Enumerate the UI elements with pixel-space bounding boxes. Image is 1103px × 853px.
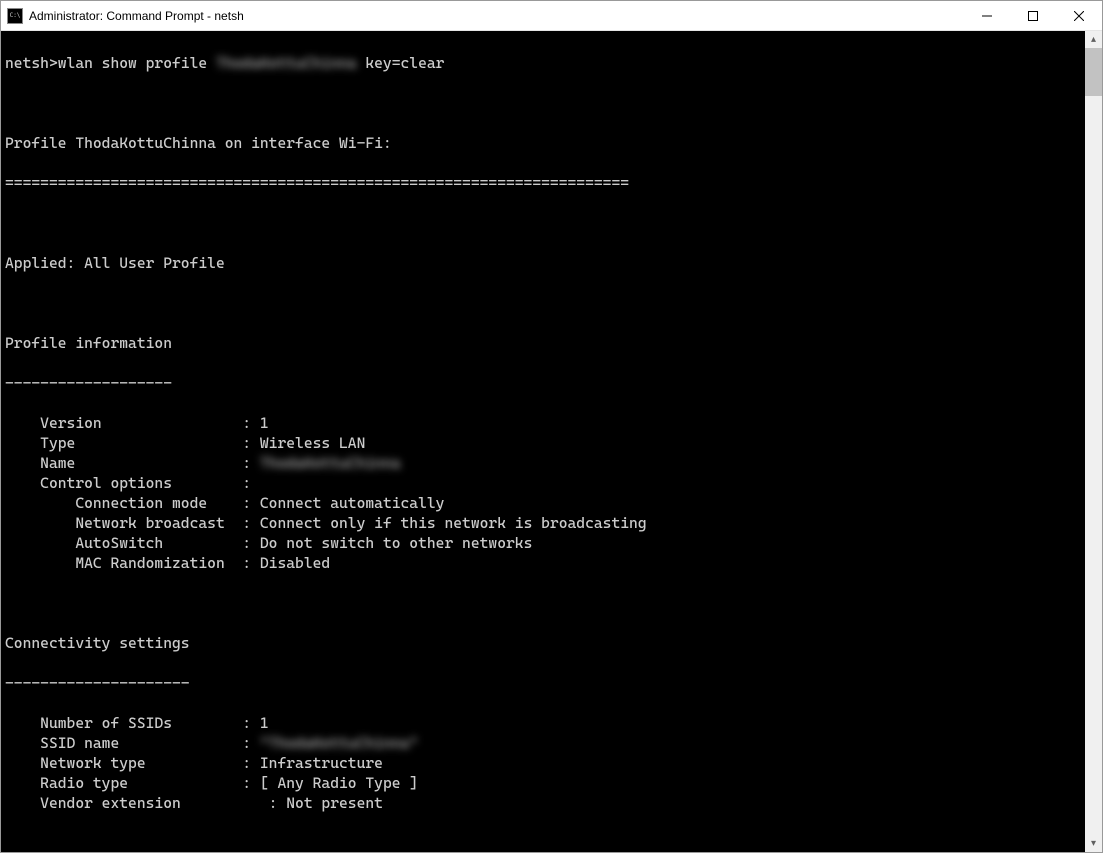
- kv-row: Network type : Infrastructure: [5, 753, 1081, 773]
- kv-row: Type : Wireless LAN: [5, 433, 1081, 453]
- profile-header: Profile ThodaKottuChinna on interface Wi…: [5, 133, 1081, 153]
- kv-label: Number of SSIDs :: [5, 714, 260, 732]
- kv-label: Network type :: [5, 754, 260, 772]
- minimize-button[interactable]: [964, 1, 1010, 31]
- kv-value-redacted: ThodaKottuChinna: [260, 454, 401, 472]
- kv-label: Network broadcast :: [5, 514, 260, 532]
- kv-label: Name :: [5, 454, 260, 472]
- kv-row: Radio type : [ Any Radio Type ]: [5, 773, 1081, 793]
- kv-label: Version :: [5, 414, 260, 432]
- command-text: wlan show profile: [58, 54, 216, 72]
- scroll-down-arrow-icon[interactable]: ▾: [1085, 835, 1102, 852]
- kv-label: Radio type :: [5, 774, 260, 792]
- kv-row: Network broadcast : Connect only if this…: [5, 513, 1081, 533]
- applied-line: Applied: All User Profile: [5, 253, 1081, 273]
- maximize-button[interactable]: [1010, 1, 1056, 31]
- kv-value: 1: [260, 714, 269, 732]
- kv-label: Control options :: [5, 474, 251, 492]
- scroll-thumb[interactable]: [1085, 48, 1102, 96]
- command-text-2: key=clear: [357, 54, 445, 72]
- kv-row: Control options :: [5, 473, 1081, 493]
- command-redacted-arg: ThodaKottuChinna: [216, 54, 357, 72]
- kv-label: Vendor extension :: [5, 794, 286, 812]
- scroll-up-arrow-icon[interactable]: ▴: [1085, 31, 1102, 48]
- kv-value-redacted: "ThodaKottuChinna": [260, 734, 418, 752]
- kv-row: SSID name : "ThodaKottuChinna": [5, 733, 1081, 753]
- kv-value: Disabled: [260, 554, 330, 572]
- profile-header-rule: ========================================…: [5, 173, 1081, 193]
- kv-row: Name : ThodaKottuChinna: [5, 453, 1081, 473]
- kv-value: Not present: [286, 794, 383, 812]
- kv-label: Connection mode :: [5, 494, 260, 512]
- kv-row: MAC Randomization : Disabled: [5, 553, 1081, 573]
- kv-value: Infrastructure: [260, 754, 383, 772]
- section-rule: -------------------: [5, 373, 1081, 393]
- kv-value: [ Any Radio Type ]: [260, 774, 418, 792]
- kv-value: Connect only if this network is broadcas…: [260, 514, 647, 532]
- close-button[interactable]: [1056, 1, 1102, 31]
- kv-value: 1: [260, 414, 269, 432]
- kv-label: MAC Randomization :: [5, 554, 260, 572]
- kv-row: Version : 1: [5, 413, 1081, 433]
- kv-row: AutoSwitch : Do not switch to other netw…: [5, 533, 1081, 553]
- kv-value: Do not switch to other networks: [260, 534, 532, 552]
- section-title-profile-info: Profile information: [5, 333, 1081, 353]
- window-title: Administrator: Command Prompt - netsh: [29, 9, 244, 23]
- vertical-scrollbar[interactable]: ▴ ▾: [1085, 31, 1102, 852]
- scroll-track[interactable]: [1085, 48, 1102, 835]
- kv-label: AutoSwitch :: [5, 534, 260, 552]
- kv-label: Type :: [5, 434, 260, 452]
- section-rule: ---------------------: [5, 673, 1081, 693]
- prompt-prefix: netsh>: [5, 54, 58, 72]
- kv-row: Connection mode : Connect automatically: [5, 493, 1081, 513]
- kv-row: Number of SSIDs : 1: [5, 713, 1081, 733]
- kv-row: Vendor extension : Not present: [5, 793, 1081, 813]
- kv-value: Wireless LAN: [260, 434, 365, 452]
- terminal-output[interactable]: netsh>wlan show profile ThodaKottuChinna…: [1, 31, 1085, 852]
- kv-label: SSID name :: [5, 734, 260, 752]
- kv-value: Connect automatically: [260, 494, 445, 512]
- titlebar[interactable]: Administrator: Command Prompt - netsh: [1, 1, 1102, 31]
- section-title-connectivity: Connectivity settings: [5, 633, 1081, 653]
- cmd-icon: [7, 8, 23, 24]
